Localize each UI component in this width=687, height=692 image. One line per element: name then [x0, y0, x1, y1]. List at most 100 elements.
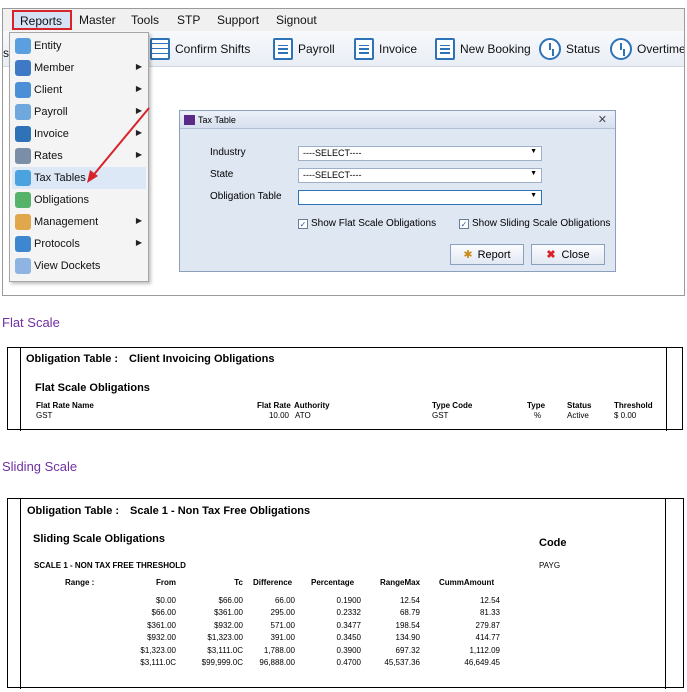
cell-from: $361.00 — [147, 620, 176, 630]
payroll-button[interactable]: Payroll — [273, 37, 335, 61]
industry-select[interactable]: ----SELECT---- ▼ — [298, 146, 542, 161]
report-button[interactable]: ✱ Report — [450, 244, 524, 265]
cell-to: $66.00 — [218, 596, 243, 605]
menu-item-obligations[interactable]: Obligations — [12, 189, 146, 211]
obligation-table-value: Client Invoicing Obligations — [129, 353, 275, 365]
cell-difference: 66.00 — [274, 596, 295, 605]
cell-cumm: 279.87 — [475, 620, 500, 630]
cell-rangemax: 45,537.36 — [384, 658, 420, 667]
status-button[interactable]: Status — [539, 37, 600, 61]
menu-item-label: Tax Tables — [34, 172, 86, 184]
cell-threshold: $ 0.00 — [614, 411, 637, 420]
checkbox-checked-icon: ✓ — [298, 218, 308, 229]
menu-item-label: Payroll — [34, 106, 68, 118]
menu-item-label: Rates — [34, 150, 63, 162]
flat-scale-checkbox[interactable]: ✓ Show Flat Scale Obligations — [298, 218, 436, 229]
state-select[interactable]: ----SELECT---- ▼ — [298, 168, 542, 183]
tax-table-dialog: Tax Table ✕ Industry ----SELECT---- ▼ St… — [179, 110, 616, 272]
cell-status: Active — [567, 411, 589, 420]
cell-percentage: 0.3450 — [336, 633, 361, 643]
sliding-scale-checkbox-label: Show Sliding Scale Obligations — [472, 218, 611, 229]
code-label: Code — [539, 537, 567, 549]
menu-master[interactable]: Master — [79, 13, 116, 27]
invoice-button[interactable]: Invoice — [354, 37, 417, 61]
col-rangemax: RangeMax — [380, 578, 421, 587]
entity-icon — [15, 38, 31, 54]
col-range: Range : — [65, 578, 95, 587]
invoice-label: Invoice — [379, 42, 418, 56]
menu-stp[interactable]: STP — [177, 13, 200, 27]
cell-to: $1,323.00 — [207, 633, 243, 643]
menu-item-client[interactable]: Client ▶ — [12, 79, 146, 101]
menu-item-label: Management — [34, 216, 99, 228]
cell-to: $361.00 — [214, 608, 243, 618]
cell-rate: 10.00 — [268, 411, 289, 420]
submenu-arrow-icon: ▶ — [135, 62, 142, 71]
chevron-down-icon: ▼ — [530, 192, 537, 199]
obligation-table-value: Scale 1 - Non Tax Free Obligations — [130, 505, 311, 517]
menu-reports[interactable]: Reports — [12, 10, 72, 30]
menu-signout[interactable]: Signout — [276, 13, 317, 27]
cell-percentage: 0.3477 — [336, 620, 361, 630]
cell-difference: 96,888.00 — [259, 658, 295, 667]
flat-scale-subheading: Flat Scale Obligations — [35, 382, 150, 394]
menu-item-label: Member — [34, 62, 75, 74]
cell-rangemax: 12.54 — [399, 596, 420, 605]
menu-item-view-dockets[interactable]: View Dockets — [12, 255, 146, 277]
col-flat-rate: Flat Rate — [257, 401, 291, 410]
confirm-shifts-button[interactable]: Confirm Shifts — [150, 37, 250, 61]
menu-support[interactable]: Support — [217, 13, 259, 27]
member-icon — [15, 60, 31, 76]
cell-percentage: 0.2332 — [336, 608, 361, 618]
col-authority: Authority — [294, 401, 330, 410]
cell-rangemax: 68.79 — [399, 608, 420, 618]
menu-item-label: Client — [34, 84, 63, 96]
flat-scale-heading: Flat Scale — [2, 315, 60, 330]
col-cummamount: CummAmount — [439, 578, 495, 587]
calendar-icon — [150, 38, 170, 60]
menu-item-protocols[interactable]: Protocols ▶ — [12, 233, 146, 255]
threshold-title: SCALE 1 - NON TAX FREE THRESHOLD — [34, 561, 186, 570]
sliding-scale-report: Obligation Table : Scale 1 - Non Tax Fre… — [7, 498, 684, 689]
submenu-arrow-icon: ▶ — [135, 84, 142, 93]
menu-item-entity[interactable]: Entity — [12, 35, 146, 57]
obligation-table-select[interactable]: ▼ — [298, 190, 542, 205]
flat-scale-report: Obligation Table : Client Invoicing Obli… — [7, 347, 683, 431]
dialog-title: Tax Table — [198, 114, 236, 125]
new-booking-button[interactable]: New Booking — [435, 37, 531, 61]
sliding-scale-checkbox[interactable]: ✓ Show Sliding Scale Obligations — [459, 218, 610, 229]
col-percentage: Percentage — [311, 578, 355, 587]
overtime-button[interactable]: Overtime — [610, 37, 684, 61]
payroll-menu-icon — [15, 104, 31, 120]
cell-difference: 571.00 — [270, 620, 295, 630]
menu-item-member[interactable]: Member ▶ — [12, 57, 146, 79]
cell-percentage: 0.1900 — [336, 596, 361, 605]
clock-icon — [539, 38, 561, 60]
report-margin-line — [665, 499, 666, 689]
app-screenshot: Reports Master Tools STP Support Signout… — [2, 8, 685, 296]
cell-type-code: GST — [432, 411, 449, 420]
close-button[interactable]: ✖ Close — [531, 244, 605, 265]
report-margin-line — [20, 499, 21, 689]
view-dockets-icon — [15, 258, 31, 274]
menu-item-management[interactable]: Management ▶ — [12, 211, 146, 233]
menu-bar: Reports Master Tools STP Support Signout — [3, 9, 684, 31]
industry-value: ----SELECT---- — [303, 148, 362, 158]
dialog-close-icon[interactable]: ✕ — [598, 113, 607, 126]
report-margin-line — [666, 348, 667, 431]
chevron-down-icon: ▼ — [530, 170, 537, 177]
obligation-table-label: Obligation Table : — [27, 505, 120, 517]
cell-to: $99,999.0C — [201, 658, 243, 667]
cell-difference: 295.00 — [270, 608, 295, 618]
col-from: From — [156, 578, 176, 587]
code-value: PAYG — [539, 561, 561, 570]
industry-label: Industry — [210, 147, 246, 158]
report-button-label: Report — [477, 248, 511, 261]
chevron-down-icon: ▼ — [530, 148, 537, 155]
checkbox-checked-icon: ✓ — [459, 218, 469, 229]
report-margin-line — [20, 348, 21, 431]
dialog-title-bar: Tax Table — [180, 111, 615, 129]
sliding-scale-heading: Sliding Scale — [2, 459, 78, 474]
menu-tools[interactable]: Tools — [131, 13, 159, 27]
col-status: Status — [567, 401, 592, 410]
